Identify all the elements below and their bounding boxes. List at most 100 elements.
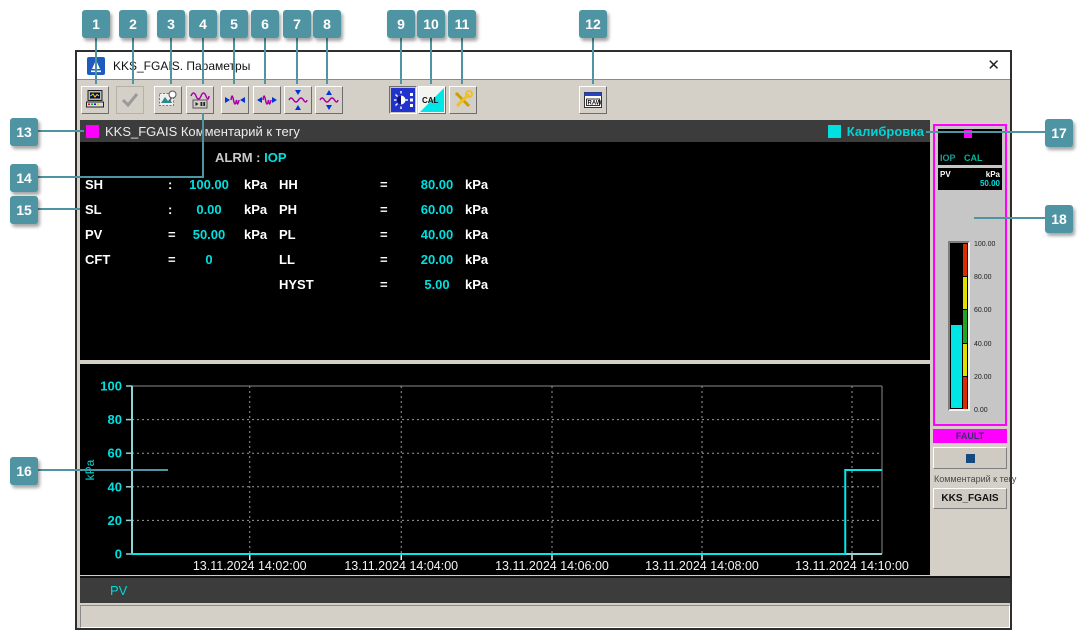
- callout-badge-15: 15: [10, 196, 38, 224]
- callout-badge-13: 13: [10, 118, 38, 146]
- callout-line: [430, 38, 432, 84]
- gauge-scale-label: 80.00: [974, 274, 992, 282]
- expand-vertical-button[interactable]: [315, 86, 343, 114]
- iop-status-label: IOP: [940, 153, 956, 163]
- trend-pause-button[interactable]: [186, 86, 214, 114]
- acknowledge-button[interactable]: [933, 447, 1007, 469]
- calibration-label: Калибровка: [846, 123, 924, 139]
- calibration-button[interactable]: CAL: [418, 86, 446, 114]
- pv-label: PV: [940, 170, 951, 179]
- cal-status-label: CAL: [964, 153, 983, 163]
- gauge-zone: [963, 244, 967, 277]
- tag-name-button[interactable]: KKS_FGAIS: [933, 488, 1007, 509]
- callout-badge-7: 7: [283, 10, 311, 38]
- svg-text:13.11.2024 14:04:00: 13.11.2024 14:04:00: [344, 559, 458, 573]
- parameters-panel: ALRM : IOP SH:100.00 kPa SL:0.00 kPa PV = 50.0…: [80, 142, 930, 360]
- snapshot-button[interactable]: [154, 86, 182, 114]
- pv-value: 50.00: [979, 179, 1000, 188]
- compress-horizontal-icon: [225, 95, 245, 105]
- param-row: LL = 20.00 kPa: [279, 252, 489, 267]
- gauge-zone-strip: [963, 244, 967, 409]
- callout-badge-6: 6: [251, 10, 279, 38]
- gauge-scale-label: 100.00: [974, 241, 996, 248]
- param-row: PH = 60.00 kPa: [279, 202, 489, 217]
- tag-status-square: [86, 124, 99, 138]
- callout-line: [233, 38, 235, 84]
- svg-text:13.11.2024 14:06:00: 13.11.2024 14:06:00: [495, 559, 609, 573]
- backlight-button[interactable]: [389, 86, 417, 114]
- dialog-window: KKS_FGAIS. Параметры ✕ CAL RAW KKS_FGAIS…: [75, 50, 1016, 630]
- raw-window-icon: RAW: [584, 92, 602, 108]
- gauge-scale-label: 20.00: [974, 373, 992, 381]
- alarm-value: IOP: [264, 150, 287, 165]
- faceplate-sidebar: IOP CAL PV kPa 50.00 100.00 80.00 60.00 40.…: [930, 120, 1016, 575]
- trend-legend-bar: PV: [80, 576, 1010, 603]
- callout-line: [95, 38, 97, 84]
- calibration-square: [827, 124, 841, 138]
- compress-vertical-button[interactable]: [284, 86, 312, 114]
- svg-text:0: 0: [115, 547, 122, 562]
- gauge-zone: [963, 277, 967, 310]
- svg-text:13.11.2024 14:02:00: 13.11.2024 14:02:00: [193, 559, 307, 573]
- gauge-fill: [951, 325, 962, 408]
- alarm-status-box: IOP CAL: [938, 129, 1002, 165]
- pv-unit: kPa: [985, 170, 1000, 179]
- status-bar: [80, 605, 1010, 628]
- callout-line: [592, 38, 594, 84]
- callout-line: [461, 38, 463, 84]
- param-row: PL = 40.00 kPa: [279, 227, 489, 242]
- svg-text:40: 40: [108, 479, 122, 494]
- param-row: HYST = 5.00 kPa: [279, 277, 489, 292]
- expand-vertical-icon: [319, 90, 339, 110]
- callout-badge-5: 5: [220, 10, 248, 38]
- svg-text:100: 100: [100, 379, 122, 394]
- apply-check-icon: [121, 93, 139, 108]
- print-screen-icon: [86, 90, 104, 108]
- indicator-square-icon: [965, 453, 975, 463]
- raw-values-button[interactable]: RAW: [579, 86, 607, 114]
- comment-label: Комментарий к тегу: [934, 474, 1017, 484]
- gauge-scale-label: 0.00: [974, 407, 988, 414]
- gauge-zone: [963, 376, 967, 409]
- callout-badge-16: 16: [10, 457, 38, 485]
- legend-pv-label: PV: [110, 583, 128, 598]
- callout-line: [38, 130, 84, 132]
- alarm-line: ALRM : IOP: [215, 150, 287, 165]
- snapshot-icon: [159, 90, 177, 106]
- expand-horizontal-icon: [257, 95, 277, 105]
- apply-button[interactable]: [116, 86, 144, 114]
- tools-button[interactable]: [449, 86, 477, 114]
- compress-horizontal-button[interactable]: [221, 86, 249, 114]
- expand-horizontal-button[interactable]: [253, 86, 281, 114]
- callout-line: [264, 38, 266, 84]
- trend-chart: 13.11.2024 14:02:00 13.11.2024 14:04:00 13…: [83, 379, 909, 574]
- backlight-icon: [391, 88, 415, 112]
- bar-gauge: [948, 241, 970, 411]
- callout-badge-3: 3: [157, 10, 185, 38]
- close-icon[interactable]: ✕: [987, 58, 1000, 73]
- callout-line: [326, 38, 328, 84]
- print-screen-button[interactable]: [81, 86, 109, 114]
- gauge-scale-label: 40.00: [974, 340, 992, 348]
- annotated-screenshot: KKS_FGAIS. Параметры ✕ CAL RAW KKS_FGAIS…: [0, 0, 1083, 639]
- callout-badge-1: 1: [82, 10, 110, 38]
- callout-badge-18: 18: [1045, 205, 1073, 233]
- pv-value-box: PV kPa 50.00: [938, 168, 1002, 190]
- svg-text:13.11.2024 14:08:00: 13.11.2024 14:08:00: [645, 559, 759, 573]
- callout-badge-2: 2: [119, 10, 147, 38]
- gauge-zone: [963, 343, 967, 376]
- callout-line: [170, 38, 172, 84]
- gauge-zone: [963, 310, 967, 343]
- title-bar: KKS_FGAIS. Параметры ✕: [77, 52, 1010, 80]
- callout-line: [926, 131, 1045, 133]
- trend-pause-icon: [190, 92, 210, 109]
- callout-badge-14: 14: [10, 164, 38, 192]
- callout-line: [132, 38, 134, 84]
- gauge-scale-label: 60.00: [974, 307, 992, 315]
- tools-icon: [455, 90, 473, 108]
- svg-text:20: 20: [108, 513, 122, 528]
- param-row: HH = 80.00 kPa: [279, 177, 489, 192]
- callout-badge-9: 9: [387, 10, 415, 38]
- callout-line: [202, 38, 204, 84]
- callout-line: [296, 38, 298, 84]
